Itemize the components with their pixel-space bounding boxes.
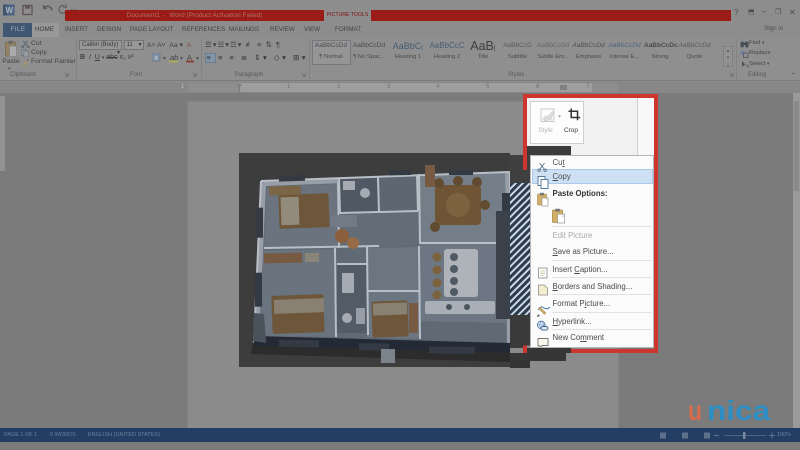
svg-text:▾: ▾ xyxy=(163,56,166,62)
svg-text:▾: ▾ xyxy=(196,56,199,62)
svg-text:▾: ▾ xyxy=(180,56,183,62)
svg-text:nica: nica xyxy=(707,395,770,426)
svg-text:u: u xyxy=(688,395,702,426)
svg-text:W: W xyxy=(6,6,14,15)
